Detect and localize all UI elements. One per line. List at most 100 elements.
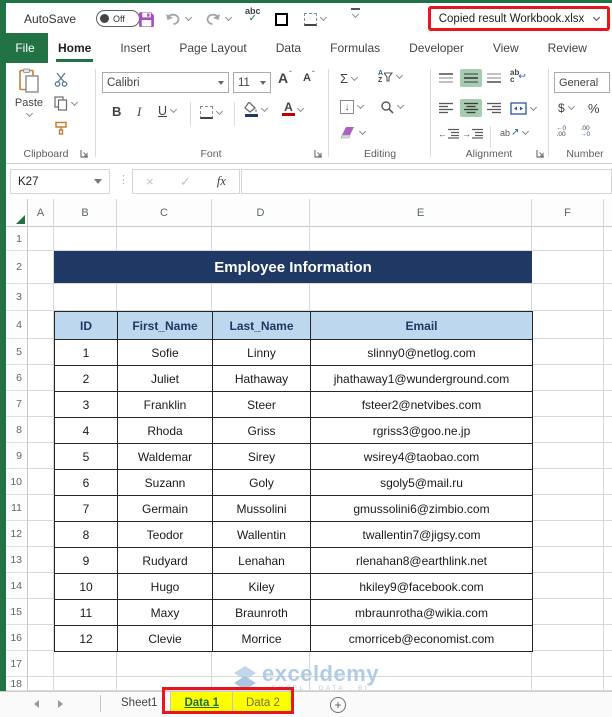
ribbon-tab-view[interactable]: View [491,33,521,63]
ribbon-tab-home[interactable]: Home [56,33,94,63]
worksheet-grid[interactable]: Employee Information ID First_Name Last_Na… [28,227,612,691]
table-cell[interactable]: rgriss3@goo.ne.jp [310,417,533,444]
align-middle-icon[interactable] [460,69,482,87]
increase-font-icon[interactable]: Aˆ [278,70,292,86]
table-cell[interactable]: Franklin [117,391,213,418]
new-sheet-button[interactable]: + [330,697,346,713]
table-cell[interactable]: Suzann [117,469,213,496]
ribbon-tab-developer[interactable]: Developer [407,33,466,63]
table-cell[interactable]: Germain [117,495,213,522]
autosave-toggle[interactable]: Off [96,10,140,27]
table-header-cell[interactable]: ID [54,311,118,340]
table-cell[interactable]: Clevie [117,625,213,652]
save-icon[interactable] [138,8,155,30]
row-number-14[interactable]: 14 [6,573,27,599]
cancel-icon[interactable]: × [146,174,154,189]
decrease-indent-icon[interactable]: ← [438,128,459,139]
name-box[interactable]: K27 [10,169,110,194]
column-header-d[interactable]: D [212,199,310,227]
align-left-icon[interactable] [438,102,454,114]
table-cell[interactable]: 6 [54,469,118,496]
table-cell[interactable]: 11 [54,599,118,626]
table-cell[interactable]: slinny0@netlog.com [310,339,533,366]
row-number-9[interactable]: 9 [6,443,27,469]
row-number-13[interactable]: 13 [6,547,27,573]
undo-chevron-icon[interactable] [184,13,193,22]
table-cell[interactable]: Wallentin [212,521,311,548]
table-cell[interactable]: 5 [54,443,118,470]
row-number-12[interactable]: 12 [6,521,27,547]
sort-filter-icon[interactable]: AZ [378,70,404,84]
copy-icon[interactable] [54,96,79,111]
table-cell[interactable]: 12 [54,625,118,652]
row-number-11[interactable]: 11 [6,495,27,521]
find-select-icon[interactable] [380,100,405,114]
currency-format-icon[interactable]: $ [558,101,575,115]
borders-icon[interactable] [304,8,328,30]
increase-indent-icon[interactable]: → [462,128,483,139]
ribbon-tab-review[interactable]: Review [546,33,589,63]
ribbon-tab-insert[interactable]: Insert [118,33,152,63]
table-cell[interactable]: rlenahan8@earthlink.net [310,547,533,574]
table-cell[interactable]: 4 [54,417,118,444]
table-cell[interactable]: twallentin7@jigsy.com [310,521,533,548]
table-cell[interactable]: Braunroth [212,599,311,626]
sheet-tab-data-2[interactable]: Data 2 [232,692,294,714]
align-bottom-icon[interactable] [486,72,502,84]
undo-icon[interactable] [164,8,193,30]
sheet-tab-data-1[interactable]: Data 1 [171,692,233,714]
font-dialog-launcher-icon[interactable] [314,149,323,158]
table-cell[interactable]: jhathaway1@wunderground.com [310,365,533,392]
table-cell[interactable]: Sofie [117,339,213,366]
table-cell[interactable]: Griss [212,417,311,444]
font-name-combo[interactable]: Calibri [102,72,229,93]
table-cell[interactable]: Waldemar [117,443,213,470]
cell-borders-icon[interactable] [200,106,224,119]
next-sheet-icon[interactable] [58,700,63,708]
row-number-4[interactable]: 4 [6,311,27,339]
row-number-15[interactable]: 15 [6,599,27,625]
redo-chevron-icon[interactable] [224,13,233,22]
align-center-icon[interactable] [460,99,482,117]
table-cell[interactable]: 1 [54,339,118,366]
autosum-icon[interactable]: Σ [340,71,359,86]
italic-button[interactable]: I [137,104,141,120]
merge-center-icon[interactable] [510,102,538,115]
select-all-button[interactable] [6,199,28,227]
table-cell[interactable]: 3 [54,391,118,418]
table-header-cell[interactable]: First_Name [117,311,213,340]
row-number-3[interactable]: 3 [6,284,27,311]
column-header-e[interactable]: E [310,199,532,227]
ribbon-tab-data[interactable]: Data [274,33,303,63]
paste-button[interactable]: Paste [10,68,48,144]
table-cell[interactable]: Rudyard [117,547,213,574]
row-number-6[interactable]: 6 [6,365,27,391]
sheet-tab-sheet1[interactable]: Sheet1 [108,692,172,714]
name-box-dropdown-icon[interactable] [94,179,102,184]
table-cell[interactable]: Morrice [212,625,311,652]
clear-icon[interactable] [340,126,367,139]
alignment-dialog-launcher-icon[interactable] [536,149,545,158]
font-size-combo[interactable]: 11 [233,72,271,93]
table-cell[interactable]: Lenahan [212,547,311,574]
format-painter-icon[interactable] [54,121,69,136]
cut-icon[interactable] [54,72,69,87]
column-header-b[interactable]: B [54,199,117,227]
row-number-16[interactable]: 16 [6,625,27,651]
table-cell[interactable]: 10 [54,573,118,600]
thick-border-icon[interactable] [275,8,288,30]
table-cell[interactable]: Sirey [212,443,311,470]
ribbon-tab-page-layout[interactable]: Page Layout [177,33,248,63]
enter-icon[interactable]: ✓ [180,174,191,190]
fill-down-icon[interactable]: ↓ [340,100,365,114]
increase-decimal-icon[interactable]: ←0.00 [556,125,566,138]
number-format-combo[interactable]: General [554,72,610,93]
table-cell[interactable]: Kiley [212,573,311,600]
table-cell[interactable]: Hathaway [212,365,311,392]
row-number-8[interactable]: 8 [6,417,27,443]
row-number-17[interactable]: 17 [6,651,27,677]
table-cell[interactable]: 9 [54,547,118,574]
tab-file[interactable]: File [2,33,48,63]
table-cell[interactable]: Steer [212,391,311,418]
table-cell[interactable]: Hugo [117,573,213,600]
